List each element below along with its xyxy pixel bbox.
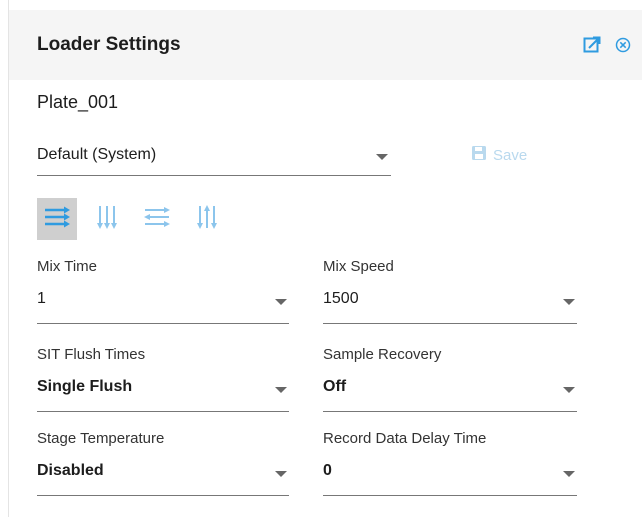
mode-rows-alternate[interactable]: [137, 198, 177, 240]
mix-time-select[interactable]: 1: [37, 282, 289, 324]
mode-columns-down[interactable]: [87, 198, 127, 240]
sample-recovery-select[interactable]: Off: [323, 370, 577, 412]
stage-temperature-select[interactable]: Disabled: [37, 454, 289, 496]
chevron-down-icon: [275, 299, 287, 305]
sit-flush-times-label: SIT Flush Times: [37, 346, 146, 363]
columns-alternate-arrows-icon: [194, 203, 220, 236]
sample-recovery-value: Off: [323, 378, 347, 395]
save-label: Save: [493, 146, 528, 164]
sit-flush-times-value: Single Flush: [37, 378, 133, 395]
stage-temperature-value: Disabled: [37, 462, 104, 479]
record-data-delay-time-label: Record Data Delay Time: [323, 430, 487, 447]
record-data-delay-time-underline: [323, 495, 577, 496]
profile-select[interactable]: Default (System): [37, 138, 391, 176]
close-circle-icon[interactable]: [615, 37, 631, 53]
sample-recovery-underline: [323, 411, 577, 412]
rows-right-arrows-icon: [43, 204, 71, 235]
profile-select-underline: [37, 175, 391, 176]
mix-speed-underline: [323, 323, 577, 324]
mode-columns-alternate[interactable]: [187, 198, 227, 240]
mix-speed-select[interactable]: 1500: [323, 282, 577, 324]
sit-flush-times-underline: [37, 411, 289, 412]
rows-alternate-arrows-icon: [143, 204, 171, 235]
sample-recovery-label: Sample Recovery: [323, 346, 442, 363]
stage-temperature-label: Stage Temperature: [37, 430, 165, 447]
mix-speed-value: 1500: [323, 290, 359, 307]
save-icon: [471, 145, 487, 165]
chevron-down-icon: [563, 471, 575, 477]
record-data-delay-time-value: 0: [323, 462, 332, 479]
mix-time-value: 1: [37, 290, 46, 307]
panel-header: Loader Settings: [9, 10, 642, 80]
record-data-delay-time-select[interactable]: 0: [323, 454, 577, 496]
save-button[interactable]: Save: [471, 144, 527, 166]
mix-time-label: Mix Time: [37, 258, 97, 275]
mode-rows-right[interactable]: [37, 198, 77, 240]
panel-title: Loader Settings: [37, 34, 181, 55]
mix-speed-label: Mix Speed: [323, 258, 394, 275]
chevron-down-icon: [275, 471, 287, 477]
chevron-down-icon: [563, 387, 575, 393]
mix-time-underline: [37, 323, 289, 324]
stage-temperature-underline: [37, 495, 289, 496]
external-link-icon[interactable]: [583, 36, 601, 54]
loader-settings-panel: Loader Settings Plate_001 Default (Syste…: [8, 0, 642, 517]
chevron-down-icon: [275, 387, 287, 393]
chevron-down-icon: [376, 154, 388, 160]
columns-down-arrows-icon: [94, 203, 120, 236]
chevron-down-icon: [563, 299, 575, 305]
plate-name: Plate_001: [37, 92, 119, 112]
profile-select-value: Default (System): [37, 146, 157, 163]
sit-flush-times-select[interactable]: Single Flush: [37, 370, 289, 412]
